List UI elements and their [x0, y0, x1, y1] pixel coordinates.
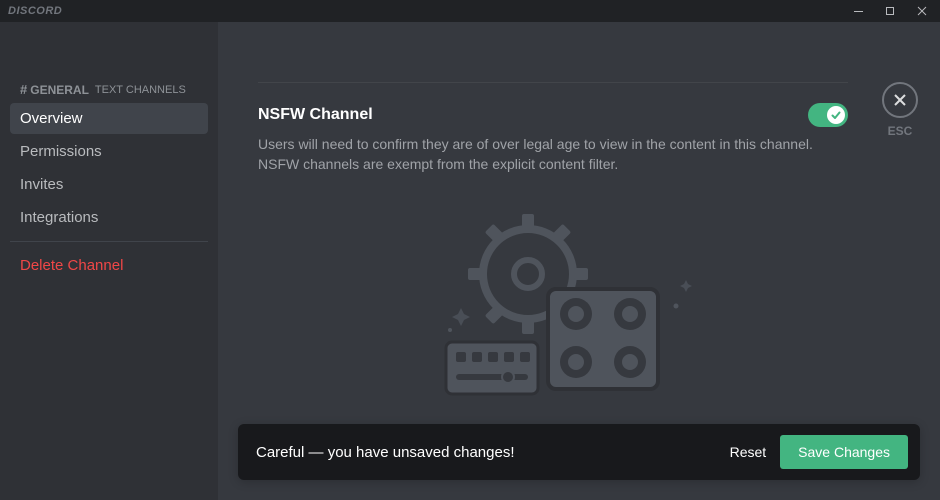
titlebar: DISCORD	[0, 0, 940, 22]
close-region: ESC	[882, 82, 918, 138]
sidebar-item-label: Delete Channel	[20, 257, 123, 274]
sidebar-item-label: Overview	[20, 110, 83, 127]
setting-description: Users will need to confirm they are of o…	[258, 135, 818, 174]
app-wordmark: DISCORD	[8, 5, 62, 17]
close-window-button[interactable]	[908, 0, 936, 22]
setting-title: NSFW Channel	[258, 106, 373, 124]
sidebar-item-label: Invites	[20, 176, 63, 193]
minimize-button[interactable]	[844, 0, 872, 22]
sidebar-item-invites[interactable]: Invites	[10, 169, 208, 200]
channel-name: GENERAL	[30, 83, 89, 97]
settings-content: NSFW Channel Users will need to confirm …	[258, 22, 848, 404]
sidebar-item-delete-channel[interactable]: Delete Channel	[10, 250, 208, 281]
sidebar-item-label: Integrations	[20, 209, 98, 226]
unsaved-actions: Reset Save Changes	[730, 435, 908, 469]
section-divider	[258, 82, 848, 83]
sidebar-header: # GENERAL TEXT CHANNELS	[20, 82, 208, 97]
header-suffix: TEXT CHANNELS	[95, 84, 186, 96]
save-changes-button[interactable]: Save Changes	[780, 435, 908, 469]
sidebar-item-permissions[interactable]: Permissions	[10, 136, 208, 167]
reset-button[interactable]: Reset	[730, 444, 767, 460]
maximize-button[interactable]	[876, 0, 904, 22]
toggle-knob	[827, 106, 845, 124]
unsaved-changes-bar: Careful — you have unsaved changes! Rese…	[238, 424, 920, 480]
nsfw-setting-row: NSFW Channel	[258, 103, 848, 127]
settings-illustration	[258, 214, 848, 404]
window-controls	[844, 0, 936, 22]
settings-main: ESC NSFW Channel Users will need to conf…	[218, 22, 940, 500]
hash-icon: #	[20, 82, 27, 97]
sidebar-item-label: Permissions	[20, 143, 102, 160]
settings-sidebar: # GENERAL TEXT CHANNELS Overview Permiss…	[0, 22, 218, 500]
sidebar-item-overview[interactable]: Overview	[10, 103, 208, 134]
sidebar-item-integrations[interactable]: Integrations	[10, 202, 208, 233]
sidebar-divider	[10, 241, 208, 242]
unsaved-message: Careful — you have unsaved changes!	[256, 444, 515, 461]
close-settings-button[interactable]	[882, 82, 918, 118]
esc-label: ESC	[888, 124, 913, 138]
nsfw-toggle[interactable]	[808, 103, 848, 127]
